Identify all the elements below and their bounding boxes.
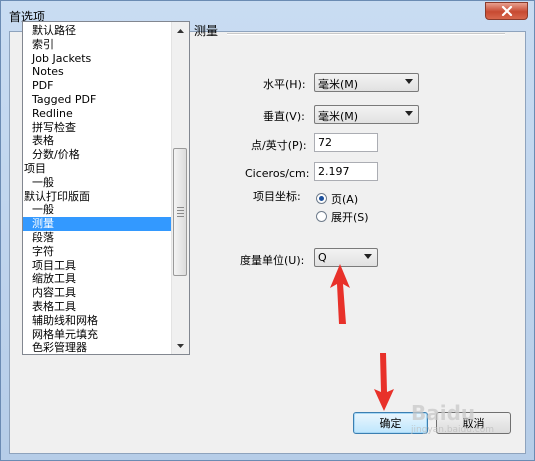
- points-per-inch-value: 72: [318, 136, 332, 149]
- scroll-down-button[interactable]: [172, 337, 189, 354]
- tree-item-label: 一般: [32, 175, 54, 189]
- tree-item-label: Notes: [32, 65, 64, 79]
- chevron-down-icon: [405, 111, 413, 116]
- tree-item[interactable]: 拼写检查: [23, 121, 171, 135]
- chevron-down-icon: [364, 254, 372, 259]
- tree-item-label: 表格: [32, 134, 54, 148]
- tree-item-label: 拼写检查: [32, 120, 76, 134]
- tree-item-label: Tagged PDF: [32, 92, 97, 106]
- tree-item-label: 辅助线和网格: [32, 313, 98, 327]
- measure-unit-label: 度量单位(U):: [240, 254, 305, 267]
- tree-scrollbar[interactable]: [171, 22, 189, 354]
- ciceros-value: 2.197: [318, 165, 350, 178]
- grip-line: [177, 207, 184, 208]
- tree-item[interactable]: 段落: [23, 231, 171, 245]
- watermark: Baidu jingyan.baidu.com: [411, 401, 494, 435]
- tree-item[interactable]: PDF: [23, 79, 171, 93]
- tree-item[interactable]: Notes: [23, 65, 171, 79]
- vertical-unit-select[interactable]: 毫米(M): [314, 105, 419, 124]
- vertical-label: 垂直(V):: [263, 110, 305, 123]
- tree-item[interactable]: 字符: [23, 245, 171, 259]
- tree-item-label: 表格工具: [32, 299, 76, 313]
- tree-item[interactable]: 项目工具: [23, 259, 171, 273]
- tree-item[interactable]: 分数/价格: [23, 148, 171, 162]
- tree-item[interactable]: 网格单元填充: [23, 328, 171, 342]
- category-list: 默认路径 索引 Job Jackets Notes PDF Tagged PDF Redli…: [23, 24, 171, 355]
- scroll-up-button[interactable]: [172, 22, 189, 39]
- tree-item-label: 网格单元填充: [32, 327, 98, 341]
- horizontal-label: 水平(H):: [263, 78, 306, 91]
- tree-item-label: 分数/价格: [32, 148, 80, 162]
- tree-item-label: 一般: [32, 203, 54, 217]
- tree-item-label: 项目: [24, 161, 46, 175]
- annotation-arrow-up-icon: [330, 264, 350, 324]
- scroll-thumb[interactable]: [173, 148, 187, 276]
- ciceros-field[interactable]: 2.197: [314, 162, 378, 181]
- tree-item[interactable]: 缩放工具: [23, 272, 171, 286]
- chevron-down-icon: [405, 79, 413, 84]
- radio-page[interactable]: [316, 193, 327, 204]
- horizontal-unit-value: 毫米(M): [318, 78, 359, 91]
- tree-item[interactable]: 表格工具: [23, 300, 171, 314]
- tree-item-label: 色彩管理器: [32, 341, 87, 355]
- scroll-up-icon: [177, 28, 184, 33]
- category-tree[interactable]: 默认路径 索引 Job Jackets Notes PDF Tagged PDF Redli…: [22, 21, 190, 355]
- preferences-dialog: 首选项 默认路径 索引 Job Jackets Notes PDF Tagged PDF R…: [0, 0, 535, 461]
- tree-item[interactable]: 默认打印版面: [23, 190, 171, 204]
- scroll-down-icon: [177, 343, 184, 348]
- tree-item-label: Redline: [32, 106, 73, 120]
- tree-item[interactable]: 一般: [23, 203, 171, 217]
- vertical-unit-value: 毫米(M): [318, 110, 359, 123]
- tree-item[interactable]: 色彩管理器: [23, 341, 171, 355]
- grip-line: [177, 210, 184, 211]
- tree-item[interactable]: 辅助线和网格: [23, 314, 171, 328]
- points-per-inch-field[interactable]: 72: [314, 133, 378, 152]
- watermark-sub: jingyan.baidu.com: [411, 425, 495, 435]
- ciceros-label: Ciceros/cm:: [245, 167, 310, 180]
- close-button[interactable]: [485, 2, 528, 20]
- tree-item-label: 字符: [32, 244, 54, 258]
- radio-spread-label[interactable]: 展开(S): [331, 209, 369, 225]
- grip-line: [177, 213, 184, 214]
- tree-item-label: 内容工具: [32, 286, 76, 300]
- tree-item[interactable]: Job Jackets: [23, 52, 171, 66]
- tree-item[interactable]: 一般: [23, 176, 171, 190]
- tree-item-label: 默认打印版面: [24, 189, 90, 203]
- close-icon: [501, 6, 512, 16]
- item-coords-label: 项目坐标:: [253, 190, 301, 203]
- tree-item-label: 段落: [32, 230, 54, 244]
- tree-item[interactable]: Tagged PDF: [23, 93, 171, 107]
- tree-item-label: 缩放工具: [32, 272, 76, 286]
- points-per-inch-label: 点/英寸(P):: [251, 139, 307, 152]
- tree-item-label: 索引: [32, 37, 54, 51]
- tree-item-label: 项目工具: [32, 258, 76, 272]
- radio-page-label[interactable]: 页(A): [331, 191, 358, 207]
- tree-item[interactable]: 测量: [23, 217, 171, 231]
- radio-spread[interactable]: [316, 211, 327, 222]
- annotation-arrow-down-icon: [374, 353, 394, 411]
- tree-item[interactable]: 项目: [23, 162, 171, 176]
- tree-item-label: 测量: [32, 217, 54, 231]
- horizontal-unit-select[interactable]: 毫米(M): [314, 73, 419, 92]
- tree-item[interactable]: 默认路径: [23, 24, 171, 38]
- tree-item-label: PDF: [32, 79, 54, 93]
- section-title: 测量: [194, 24, 219, 38]
- grip-line: [177, 216, 184, 217]
- tree-item[interactable]: 表格: [23, 134, 171, 148]
- tree-item[interactable]: 索引: [23, 38, 171, 52]
- tree-item[interactable]: Redline: [23, 107, 171, 121]
- tree-item[interactable]: 内容工具: [23, 286, 171, 300]
- measure-unit-value: Q: [318, 251, 327, 264]
- tree-item-label: Job Jackets: [32, 51, 92, 65]
- tree-item-label: 默认路径: [32, 24, 76, 37]
- section-divider: [227, 33, 505, 35]
- watermark-text: Baidu: [411, 401, 476, 425]
